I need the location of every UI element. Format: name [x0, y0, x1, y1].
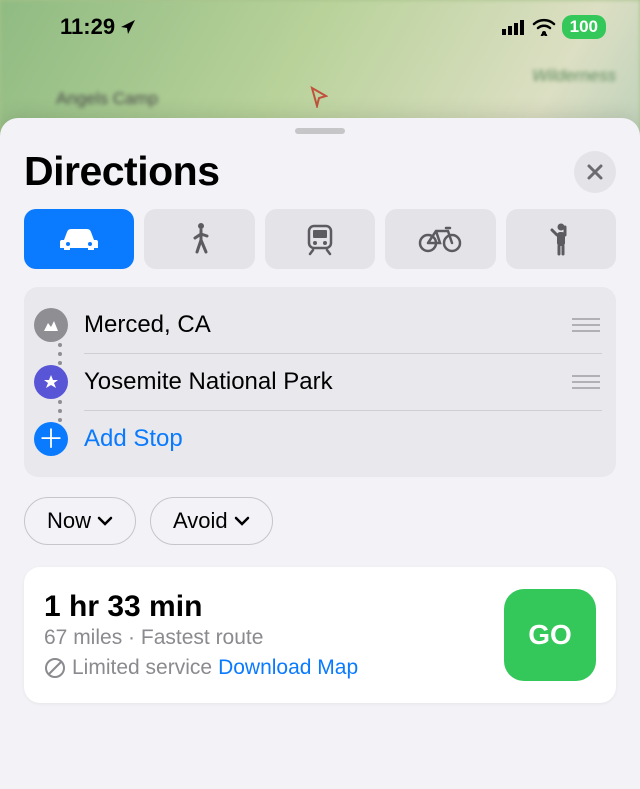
route-warning: Limited service [72, 656, 212, 680]
sheet-grabber[interactable] [295, 128, 345, 134]
go-button[interactable]: GO [504, 589, 596, 681]
walk-icon [189, 222, 211, 256]
route-info: 1 hr 33 min 67 miles · Fastest route Lim… [44, 590, 490, 680]
destination-row[interactable]: Yosemite National Park [34, 354, 602, 410]
download-map-link[interactable]: Download Map [218, 656, 358, 680]
wifi-icon [532, 18, 556, 36]
status-time: 11:29 [60, 14, 115, 40]
map-label-wilderness: Wilderness [532, 66, 616, 86]
mode-rideshare[interactable] [506, 209, 616, 269]
cellular-icon [502, 19, 526, 35]
close-button[interactable] [574, 151, 616, 193]
route-stops-card: Merced, CA Yosemite National Park ＋ Add … [24, 287, 616, 477]
page-title: Directions [24, 148, 220, 195]
transport-mode-row [24, 209, 616, 269]
plus-icon: ＋ [34, 422, 68, 456]
options-row: Now Avoid [24, 497, 616, 545]
location-services-icon [119, 18, 137, 36]
no-service-icon [44, 657, 66, 679]
route-duration: 1 hr 33 min [44, 590, 490, 624]
avoid-label: Avoid [173, 508, 228, 534]
destination-icon [34, 365, 68, 399]
transit-icon [305, 222, 335, 256]
close-icon [586, 163, 604, 181]
depart-time-chip[interactable]: Now [24, 497, 136, 545]
chevron-down-icon [97, 516, 113, 526]
route-subtitle: 67 miles · Fastest route [44, 626, 490, 650]
status-bar: 11:29 100 [0, 0, 640, 54]
route-result-card[interactable]: 1 hr 33 min 67 miles · Fastest route Lim… [24, 567, 616, 703]
map-label-angels-camp: Angels Camp [56, 89, 158, 109]
drag-handle-icon[interactable] [572, 375, 602, 389]
bike-icon [418, 225, 462, 253]
drag-handle-icon[interactable] [572, 318, 602, 332]
mode-walk[interactable] [144, 209, 254, 269]
map-cursor-icon [310, 86, 328, 108]
mode-drive[interactable] [24, 209, 134, 269]
origin-icon [34, 308, 68, 342]
battery-badge: 100 [562, 15, 606, 39]
destination-label: Yosemite National Park [84, 368, 556, 396]
car-icon [58, 226, 100, 252]
origin-label: Merced, CA [84, 311, 556, 339]
directions-sheet: Directions Merced, CA [0, 118, 640, 789]
mode-cycle[interactable] [385, 209, 495, 269]
avoid-chip[interactable]: Avoid [150, 497, 273, 545]
origin-row[interactable]: Merced, CA [34, 297, 602, 353]
add-stop-label: Add Stop [84, 425, 602, 453]
rideshare-icon [550, 222, 572, 256]
mode-transit[interactable] [265, 209, 375, 269]
chevron-down-icon [234, 516, 250, 526]
add-stop-row[interactable]: ＋ Add Stop [34, 411, 602, 467]
depart-time-label: Now [47, 508, 91, 534]
go-button-label: GO [528, 619, 572, 651]
